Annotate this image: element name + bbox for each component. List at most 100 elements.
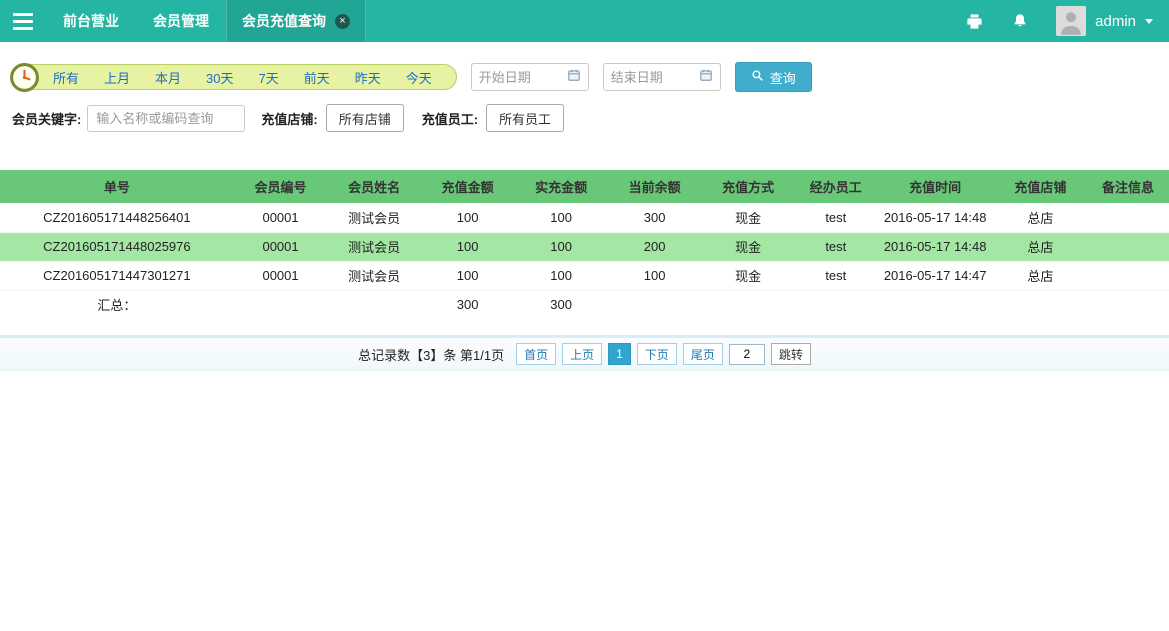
printer-icon[interactable] bbox=[965, 12, 984, 31]
keyword-label: 会员关键字: bbox=[12, 109, 81, 128]
keyword-input[interactable] bbox=[87, 105, 245, 132]
cell-recharge-amount: 100 bbox=[421, 203, 515, 232]
filter-row-dates: 所有 上月 本月 30天 7天 前天 昨天 今天 查询 bbox=[12, 62, 1169, 92]
quick-date-all[interactable]: 所有 bbox=[53, 68, 79, 87]
cell-empty bbox=[701, 290, 795, 319]
cell-store: 总店 bbox=[994, 261, 1088, 290]
summary-row: 汇总： 300 300 bbox=[0, 290, 1169, 319]
user-menu[interactable]: admin bbox=[1056, 6, 1153, 36]
cell-recharge-amount: 100 bbox=[421, 261, 515, 290]
quick-date-day-before[interactable]: 前天 bbox=[304, 68, 330, 87]
query-button[interactable]: 查询 bbox=[735, 62, 812, 92]
col-operator: 经办员工 bbox=[795, 170, 877, 203]
col-current-balance: 当前余额 bbox=[608, 170, 702, 203]
cell-payment-method: 现金 bbox=[701, 232, 795, 261]
cell-empty bbox=[327, 290, 421, 319]
cell-empty bbox=[1087, 290, 1169, 319]
store-filter-button[interactable]: 所有店铺 bbox=[326, 104, 404, 132]
col-actual-amount: 实充金额 bbox=[514, 170, 608, 203]
quick-date-this-month[interactable]: 本月 bbox=[155, 68, 181, 87]
cell-store: 总店 bbox=[994, 203, 1088, 232]
pagination-bar: 总记录数【3】条 第1/1页 首页 上页 1 下页 尾页 跳转 bbox=[0, 335, 1169, 371]
first-page-button[interactable]: 首页 bbox=[516, 343, 556, 365]
quick-date-yesterday[interactable]: 昨天 bbox=[355, 68, 381, 87]
caret-down-icon bbox=[1145, 19, 1153, 24]
search-icon bbox=[751, 69, 764, 85]
cell-actual-amount: 100 bbox=[514, 203, 608, 232]
cell-order-no: CZ201605171448025976 bbox=[0, 232, 234, 261]
cell-member-name: 测试会员 bbox=[327, 203, 421, 232]
cell-actual-amount: 100 bbox=[514, 232, 608, 261]
record-summary: 总记录数【3】条 第1/1页 bbox=[358, 345, 504, 364]
table-row[interactable]: CZ201605171448256401 00001 测试会员 100 100 … bbox=[0, 203, 1169, 232]
col-store: 充值店铺 bbox=[994, 170, 1088, 203]
query-button-label: 查询 bbox=[770, 68, 796, 87]
cell-actual-amount: 100 bbox=[514, 261, 608, 290]
col-remark: 备注信息 bbox=[1087, 170, 1169, 203]
end-date-field[interactable] bbox=[603, 63, 721, 91]
cell-empty bbox=[608, 290, 702, 319]
cell-current-balance: 100 bbox=[608, 261, 702, 290]
quick-date-30days[interactable]: 30天 bbox=[206, 68, 233, 87]
table-row-selected[interactable]: CZ201605171448025976 00001 测试会员 100 100 … bbox=[0, 232, 1169, 261]
cell-empty bbox=[994, 290, 1088, 319]
col-recharge-amount: 充值金额 bbox=[421, 170, 515, 203]
quick-date-7days[interactable]: 7天 bbox=[259, 68, 279, 87]
col-recharge-time: 充值时间 bbox=[877, 170, 994, 203]
quick-date-last-month[interactable]: 上月 bbox=[104, 68, 130, 87]
cell-recharge-time: 2016-05-17 14:48 bbox=[877, 203, 994, 232]
recharge-table: 单号 会员编号 会员姓名 充值金额 实充金额 当前余额 充值方式 经办员工 充值… bbox=[0, 170, 1169, 319]
cell-empty bbox=[877, 290, 994, 319]
tab-recharge-query[interactable]: 会员充值查询 × bbox=[226, 0, 366, 42]
cell-store: 总店 bbox=[994, 232, 1088, 261]
prev-page-button[interactable]: 上页 bbox=[562, 343, 602, 365]
end-date-input[interactable] bbox=[611, 70, 693, 85]
jump-button[interactable]: 跳转 bbox=[771, 343, 811, 365]
cell-remark bbox=[1087, 232, 1169, 261]
nav-front-desk[interactable]: 前台营业 bbox=[46, 0, 136, 42]
quick-date-filter: 所有 上月 本月 30天 7天 前天 昨天 今天 bbox=[12, 64, 457, 90]
current-page-button[interactable]: 1 bbox=[608, 343, 631, 365]
cell-order-no: CZ201605171448256401 bbox=[0, 203, 234, 232]
col-order-no: 单号 bbox=[0, 170, 234, 203]
topbar: 前台营业 会员管理 会员充值查询 × admin bbox=[0, 0, 1169, 42]
summary-recharge-total: 300 bbox=[421, 290, 515, 319]
username: admin bbox=[1095, 13, 1136, 30]
next-page-button[interactable]: 下页 bbox=[637, 343, 677, 365]
menu-icon[interactable] bbox=[0, 0, 46, 42]
cell-operator: test bbox=[795, 261, 877, 290]
start-date-input[interactable] bbox=[479, 70, 561, 85]
cell-member-name: 测试会员 bbox=[327, 261, 421, 290]
cell-remark bbox=[1087, 203, 1169, 232]
staff-label: 充值员工: bbox=[422, 109, 478, 128]
start-date-field[interactable] bbox=[471, 63, 589, 91]
cell-member-id: 00001 bbox=[234, 203, 328, 232]
nav-member-management[interactable]: 会员管理 bbox=[136, 0, 226, 42]
close-icon[interactable]: × bbox=[335, 14, 350, 29]
calendar-icon[interactable] bbox=[567, 68, 581, 87]
clock-icon bbox=[9, 62, 40, 93]
calendar-icon[interactable] bbox=[699, 68, 713, 87]
filter-row-keyword: 会员关键字: 充值店铺: 所有店铺 充值员工: 所有员工 bbox=[12, 104, 1169, 132]
cell-current-balance: 300 bbox=[608, 203, 702, 232]
staff-filter-button[interactable]: 所有员工 bbox=[486, 104, 564, 132]
jump-page-input[interactable] bbox=[729, 344, 765, 365]
cell-empty bbox=[795, 290, 877, 319]
summary-label: 汇总： bbox=[0, 290, 234, 319]
col-member-name: 会员姓名 bbox=[327, 170, 421, 203]
cell-remark bbox=[1087, 261, 1169, 290]
cell-order-no: CZ201605171447301271 bbox=[0, 261, 234, 290]
tab-label: 会员充值查询 bbox=[242, 11, 326, 31]
cell-recharge-time: 2016-05-17 14:48 bbox=[877, 232, 994, 261]
bell-icon[interactable] bbox=[1012, 12, 1028, 30]
store-label: 充值店铺: bbox=[261, 109, 317, 128]
quick-date-today[interactable]: 今天 bbox=[406, 68, 432, 87]
table-header-row: 单号 会员编号 会员姓名 充值金额 实充金额 当前余额 充值方式 经办员工 充值… bbox=[0, 170, 1169, 203]
cell-payment-method: 现金 bbox=[701, 203, 795, 232]
cell-payment-method: 现金 bbox=[701, 261, 795, 290]
cell-empty bbox=[234, 290, 328, 319]
cell-member-id: 00001 bbox=[234, 261, 328, 290]
table-row[interactable]: CZ201605171447301271 00001 测试会员 100 100 … bbox=[0, 261, 1169, 290]
last-page-button[interactable]: 尾页 bbox=[683, 343, 723, 365]
cell-current-balance: 200 bbox=[608, 232, 702, 261]
